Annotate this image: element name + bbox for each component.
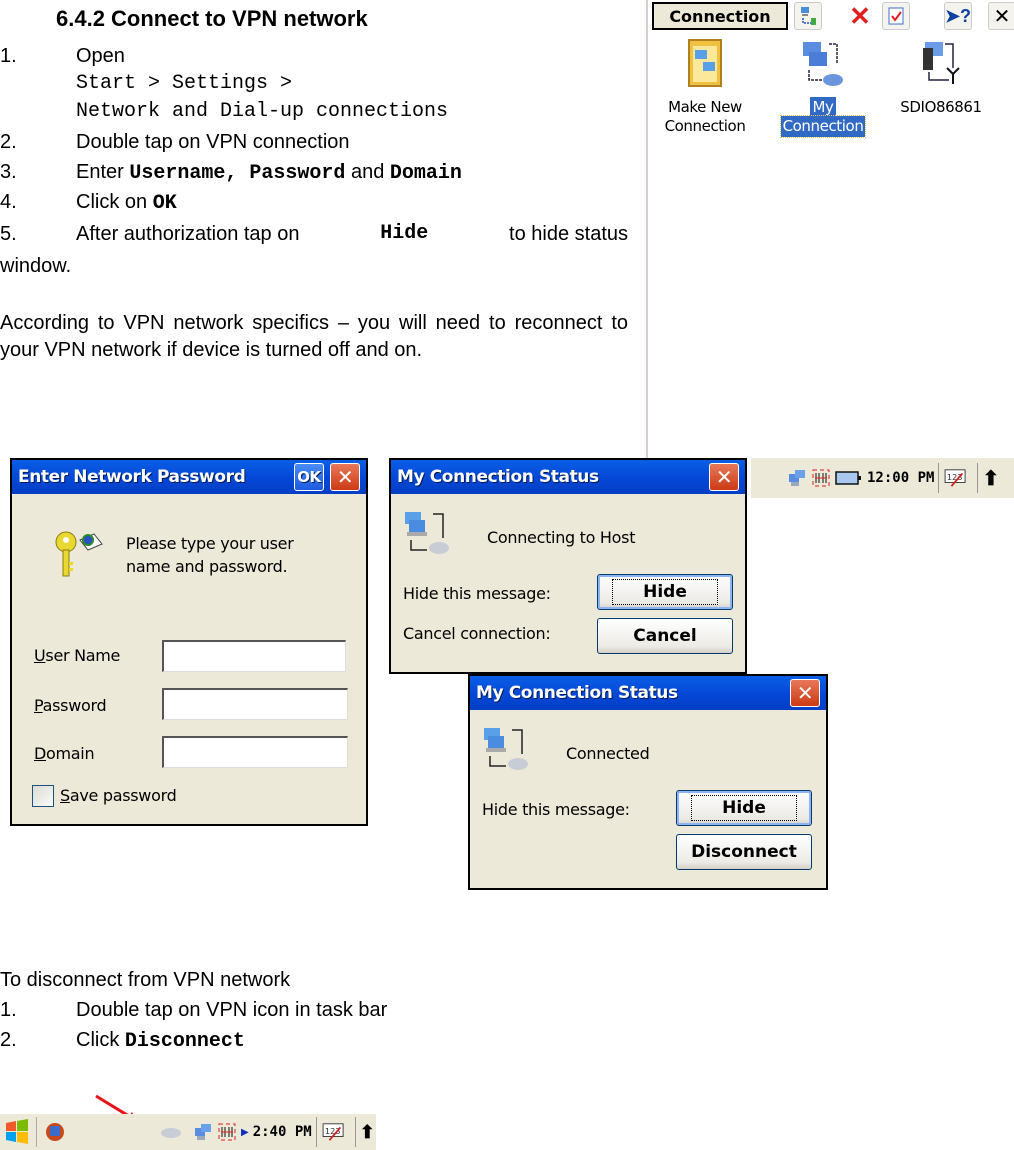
wireless-connection-icon [923,42,960,84]
start-button-icon[interactable] [4,1119,30,1145]
make-new-connection-item[interactable]: Make New Connection [650,38,760,137]
password-prompt: Please type your user name and password. [126,534,294,576]
system-tray-top: 12:00 PM 123 ⬆ [751,458,1014,498]
vpn-tray-icon[interactable] [787,468,807,488]
cancel-button[interactable]: Cancel [597,618,733,654]
command-bar: Connection ✕ ➤? ✕ [648,0,1014,36]
enter-network-password-dialog: Enter Network Password OK ✕ Please type … [10,458,368,826]
help-icon[interactable]: ➤? [944,2,972,30]
vpn-connection-icon [405,512,449,554]
connection-status-dialog-connecting: My Connection Status ✕ Connecting to Hos… [389,458,747,674]
close-icon[interactable]: ✕ [988,2,1014,30]
network-tray-icon[interactable] [193,1122,213,1142]
connection-status-dialog-connected: My Connection Status ✕ Connected Hide th… [468,674,828,890]
barcode-scanner-icon[interactable] [811,468,831,488]
key-icon [55,531,103,577]
up-arrow-icon[interactable]: ⬆ [982,466,999,491]
save-password-label[interactable]: Save password [60,786,177,805]
hide-message-label: Hide this message: [482,800,630,819]
input-panel-icon[interactable]: 123 [321,1122,347,1142]
settings-path: Start > Settings > Network and Dial-up c… [76,72,449,123]
activesync-icon[interactable] [43,1120,67,1144]
make-new-connection-icon [688,39,722,87]
steps-list: 1. Open Start > Settings > Network and D… [0,45,628,277]
vpn-connection-icon [803,42,843,86]
dialog-titlebar: My Connection Status ✕ [391,460,745,494]
vpn-note: According to VPN network specifics – you… [0,312,628,361]
disconnect-intro: To disconnect from VPN network [0,969,291,991]
username-label: User Name [34,646,121,665]
section-heading: 6.4.2 Connect to VPN network [56,6,368,31]
domain-label: Domain [34,744,95,763]
password-field[interactable] [162,688,348,720]
tray-clock[interactable]: 12:00 PM [867,470,934,486]
hide-message-label: Hide this message: [403,584,551,603]
disconnect-button[interactable]: Disconnect [676,834,812,870]
cancel-connection-label: Cancel connection: [403,624,551,643]
expand-tray-icon[interactable]: ▶ [241,1127,249,1138]
input-panel-icon[interactable]: 123 [943,468,969,488]
vpn-connection-icon [484,728,528,770]
username-field[interactable] [162,640,346,672]
barcode-scanner-icon[interactable] [217,1122,237,1142]
hide-button[interactable]: Hide [676,790,812,826]
hide-button[interactable]: Hide [597,574,733,610]
properties-icon[interactable] [882,2,910,30]
delete-icon[interactable]: ✕ [846,1,874,31]
network-connections-window: Connection ✕ ➤? ✕ Make New Connection My… [646,0,1014,458]
close-button[interactable]: ✕ [330,463,360,491]
connection-status-text: Connected [566,744,650,763]
vpn-cloud-icon[interactable] [159,1125,183,1139]
save-password-checkbox[interactable] [32,785,54,807]
domain-field[interactable] [162,736,348,768]
close-button[interactable]: ✕ [709,463,739,491]
dialog-titlebar: My Connection Status ✕ [470,676,826,710]
connection-menu[interactable]: Connection [652,2,788,30]
sdio-connection-item[interactable]: SDIO86861 [886,38,996,118]
tray-clock[interactable]: 2:40 PM [253,1124,312,1140]
step-5-continuation: window. [0,255,72,277]
new-connection-icon[interactable] [794,2,822,30]
close-button[interactable]: ✕ [790,679,820,707]
up-arrow-icon[interactable]: ⬆ [360,1122,375,1143]
my-connection-item[interactable]: My Connection [768,38,878,138]
taskbar-bottom: ▶ 2:40 PM 123 ⬆ [0,1114,376,1150]
dialog-titlebar: Enter Network Password OK ✕ [12,460,366,494]
ok-button[interactable]: OK [294,463,324,491]
connection-status-text: Connecting to Host [487,528,636,547]
battery-icon [835,471,861,485]
password-label: Password [34,696,107,715]
